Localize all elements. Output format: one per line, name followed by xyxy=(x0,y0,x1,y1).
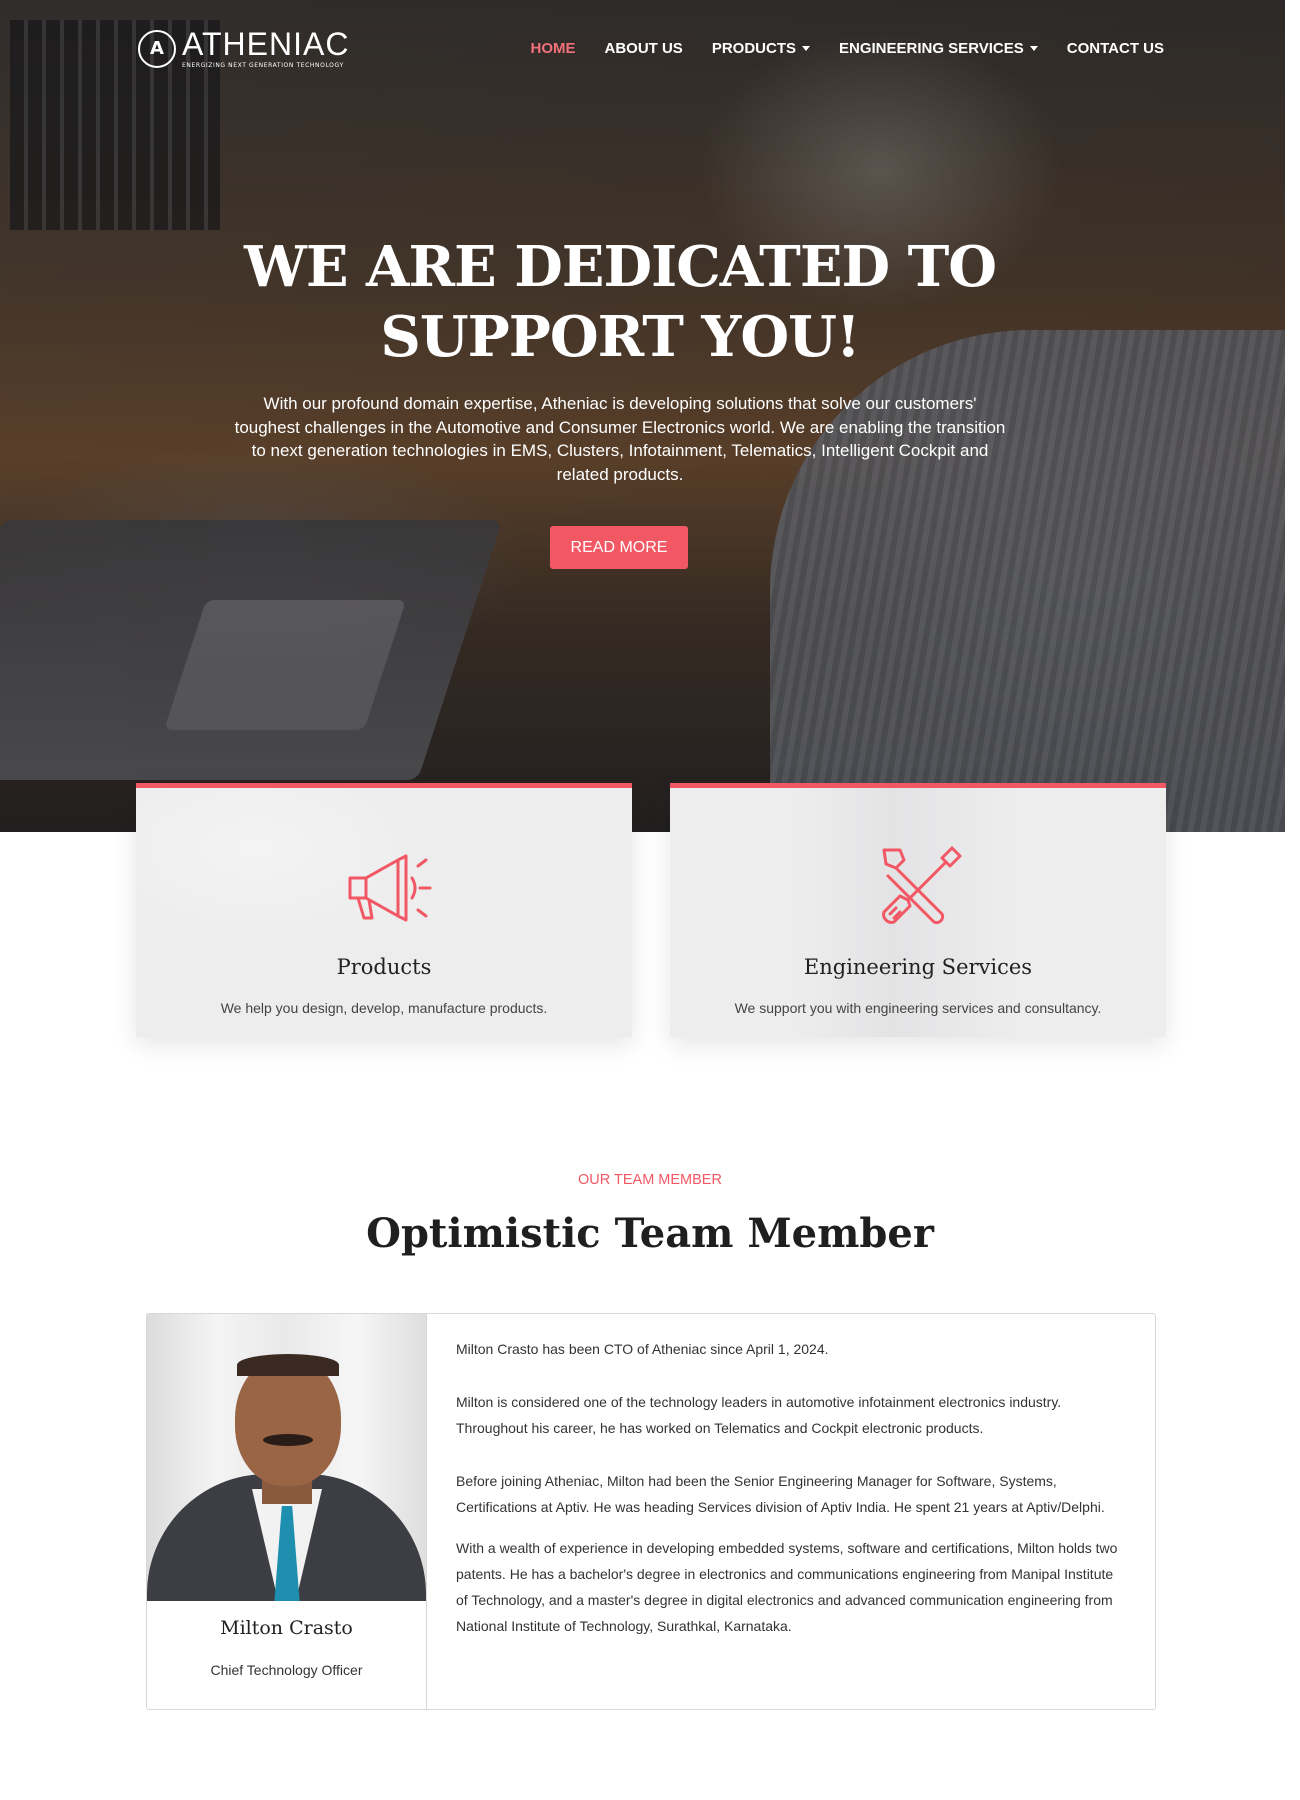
engineering-services-card[interactable]: Engineering Services We support you with… xyxy=(670,783,1166,1037)
logo-mark-icon: A xyxy=(138,29,176,68)
engineering-card-description: We support you with engineering services… xyxy=(734,1000,1102,1016)
team-section-title: Optimistic Team Member xyxy=(366,1210,934,1257)
logo-name: ATHENIAC xyxy=(182,26,350,62)
bio-paragraph: Before joining Atheniac, Milton had been… xyxy=(456,1473,1105,1515)
products-card-title: Products xyxy=(336,955,432,979)
member-role: Chief Technology Officer xyxy=(210,1662,363,1678)
logo-tagline: ENERGIZING NEXT GENERATION TECHNOLOGY xyxy=(182,62,344,69)
team-member-profile: Milton Crasto Chief Technology Officer xyxy=(147,1314,427,1709)
hero-section: A ATHENIAC ENERGIZING NEXT GENERATION TE… xyxy=(0,0,1285,832)
nav-about-us[interactable]: ABOUT US xyxy=(604,40,682,57)
engineering-card-title: Engineering Services xyxy=(803,955,1033,979)
bio-paragraph: Milton is considered one of the technolo… xyxy=(456,1394,1062,1436)
member-bio: Milton Crasto has been CTO of Atheniac s… xyxy=(427,1314,1155,1709)
member-photo xyxy=(147,1314,426,1601)
nav-products-label: PRODUCTS xyxy=(711,40,796,57)
nav-home-label: HOME xyxy=(530,40,576,57)
nav-products[interactable]: PRODUCTS xyxy=(712,40,810,57)
chevron-down-icon xyxy=(1029,46,1038,51)
nav-engineering-services[interactable]: ENGINEERING SERVICES xyxy=(839,40,1038,57)
megaphone-icon xyxy=(348,854,432,922)
products-card-description: We help you design, develop, manufacture… xyxy=(220,1000,548,1016)
bio-paragraph: With a wealth of experience in developin… xyxy=(456,1540,1118,1634)
nav-contact-us[interactable]: CONTACT US xyxy=(1067,40,1164,57)
site-logo[interactable]: A ATHENIAC ENERGIZING NEXT GENERATION TE… xyxy=(138,28,349,69)
team-member-card: Milton Crasto Chief Technology Officer M… xyxy=(146,1313,1156,1710)
bio-paragraph: Milton Crasto has been CTO of Atheniac s… xyxy=(456,1341,829,1357)
nav-home[interactable]: HOME xyxy=(530,40,575,57)
nav-about-label: ABOUT US xyxy=(604,40,683,57)
hero-title: WE ARE DEDICATED TO SUPPORT YOU! xyxy=(0,232,1240,372)
nav-engineering-label: ENGINEERING SERVICES xyxy=(839,40,1024,57)
chevron-down-icon xyxy=(802,46,810,51)
nav-contact-label: CONTACT US xyxy=(1066,40,1164,57)
hero-description: With our profound domain expertise, Athe… xyxy=(234,394,1006,484)
team-kicker: OUR TEAM MEMBER xyxy=(578,1172,722,1188)
products-card[interactable]: Products We help you design, develop, ma… xyxy=(136,783,632,1037)
read-more-button[interactable]: READ MORE xyxy=(550,526,688,569)
tools-icon xyxy=(882,846,962,925)
member-name: Milton Crasto xyxy=(220,1617,353,1639)
hero-title-line-1: WE ARE DEDICATED TO xyxy=(243,234,997,300)
hero-title-line-2: SUPPORT YOU! xyxy=(380,304,860,370)
main-nav: HOME ABOUT US PRODUCTS ENGINEERING SERVI… xyxy=(530,40,1164,57)
